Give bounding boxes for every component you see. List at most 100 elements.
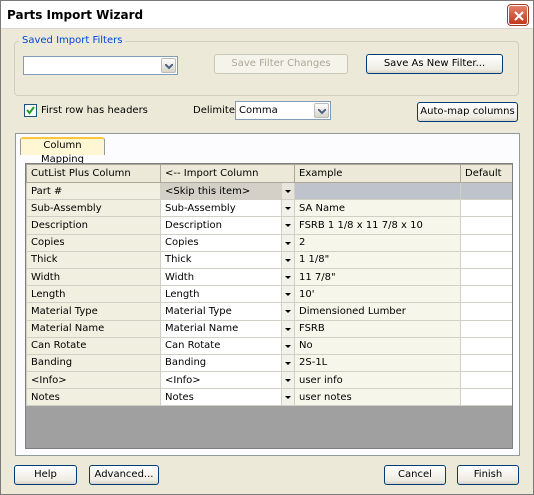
default bbox=[460, 353, 512, 373]
dropdown-arrow-icon[interactable] bbox=[281, 183, 294, 199]
chevron-down-icon[interactable] bbox=[161, 58, 176, 73]
cutlist-column: Banding bbox=[26, 353, 161, 373]
example: 2 bbox=[294, 233, 461, 252]
example: FSRB 1 1/8 x 11 7/8 x 10 bbox=[294, 216, 461, 235]
default bbox=[460, 302, 512, 321]
column-header[interactable]: Example bbox=[294, 164, 461, 183]
cutlist-column: Sub-Assembly bbox=[26, 199, 161, 218]
table-row[interactable]: Sub-Assembly Sub-Assembly SA Name bbox=[26, 199, 512, 218]
cutlist-column: Length bbox=[26, 285, 161, 304]
table-row[interactable]: Copies Copies 2 bbox=[26, 233, 512, 252]
dropdown-arrow-icon[interactable] bbox=[281, 200, 294, 216]
first-row-headers-checkbox[interactable] bbox=[24, 104, 37, 117]
example: user notes bbox=[294, 388, 461, 407]
import-column-cell: <Skip this item> bbox=[165, 185, 251, 197]
close-button[interactable] bbox=[507, 4, 529, 26]
cancel-button[interactable]: Cancel bbox=[384, 465, 446, 485]
example-cell: FSRB bbox=[299, 323, 325, 335]
cutlist-column-cell: Material Name bbox=[31, 323, 105, 335]
dropdown-arrow-icon[interactable] bbox=[281, 372, 294, 388]
grid-header-row: CutList Plus Column <-- Import Column Ex… bbox=[26, 164, 512, 183]
table-row[interactable]: Description Description FSRB 1 1/8 x 11 7/… bbox=[26, 216, 512, 235]
import-column-select[interactable]: <Info> bbox=[160, 371, 295, 390]
import-column-select[interactable]: Can Rotate bbox=[160, 336, 295, 355]
parts-import-wizard-window: Parts Import Wizard Saved Import Filters… bbox=[0, 0, 534, 495]
example: 1 1/8" bbox=[294, 250, 461, 269]
default bbox=[460, 199, 512, 218]
finish-button[interactable]: Finish bbox=[457, 465, 519, 485]
import-column-select[interactable]: Copies bbox=[160, 233, 295, 252]
example-cell: 2 bbox=[299, 237, 306, 249]
import-column-select[interactable]: Length bbox=[160, 285, 295, 304]
dropdown-arrow-icon[interactable] bbox=[281, 303, 294, 319]
help-button[interactable]: Help bbox=[14, 465, 77, 485]
table-row[interactable]: <Info> <Info> user info bbox=[26, 371, 512, 390]
delimiter-select[interactable]: Comma bbox=[235, 101, 331, 120]
default bbox=[460, 388, 512, 407]
dropdown-arrow-icon[interactable] bbox=[281, 269, 294, 285]
dropdown-arrow-icon[interactable] bbox=[281, 286, 294, 302]
table-row[interactable]: Material Type Material Type Dimensioned Lu… bbox=[26, 302, 512, 321]
table-row[interactable]: Length Length 10' bbox=[26, 285, 512, 304]
cutlist-column-cell: Notes bbox=[31, 391, 60, 403]
cutlist-column: Material Name bbox=[26, 319, 161, 338]
example-cell: user info bbox=[299, 374, 343, 386]
cutlist-column: Can Rotate bbox=[26, 336, 161, 355]
column-header[interactable]: CutList Plus Column bbox=[26, 164, 161, 183]
cutlist-column-cell: Copies bbox=[31, 237, 65, 249]
dropdown-arrow-icon[interactable] bbox=[281, 252, 294, 268]
default bbox=[460, 250, 512, 269]
table-row[interactable]: Width Width 11 7/8" bbox=[26, 267, 512, 287]
table-row[interactable]: Notes Notes user notes bbox=[26, 388, 512, 407]
dropdown-arrow-icon[interactable] bbox=[281, 338, 294, 354]
example-cell: 11 7/8" bbox=[299, 271, 336, 283]
table-row[interactable]: Thick Thick 1 1/8" bbox=[26, 250, 512, 269]
default bbox=[460, 233, 512, 252]
example-cell: 10' bbox=[299, 288, 315, 300]
dropdown-arrow-icon[interactable] bbox=[281, 321, 294, 337]
import-column-cell: <Info> bbox=[165, 374, 201, 386]
import-column-select[interactable]: Thick bbox=[160, 250, 295, 269]
chevron-down-icon[interactable] bbox=[314, 103, 329, 118]
table-row[interactable]: Can Rotate Can Rotate No bbox=[26, 336, 512, 355]
import-column-select[interactable]: Material Type bbox=[160, 302, 295, 321]
cutlist-column: <Info> bbox=[26, 371, 161, 390]
window-title: Parts Import Wizard bbox=[7, 8, 144, 22]
cutlist-column-cell: Part # bbox=[31, 185, 63, 197]
delimiter-value: Comma bbox=[239, 105, 278, 116]
column-header[interactable]: <-- Import Column bbox=[160, 164, 295, 183]
dropdown-arrow-icon[interactable] bbox=[281, 355, 294, 371]
table-row[interactable]: Banding Banding 2S-1L bbox=[26, 353, 512, 373]
default bbox=[460, 216, 512, 235]
example: FSRB bbox=[294, 319, 461, 338]
saved-filter-select[interactable] bbox=[23, 56, 178, 75]
cutlist-column: Description bbox=[26, 216, 161, 235]
dropdown-arrow-icon[interactable] bbox=[281, 235, 294, 251]
import-column-select[interactable]: Material Name bbox=[160, 319, 295, 338]
tab-column-mapping[interactable]: Column Mapping bbox=[20, 137, 105, 165]
import-column-cell: Width bbox=[165, 271, 195, 283]
column-header[interactable]: Default bbox=[460, 164, 512, 183]
save-as-new-filter-button[interactable]: Save As New Filter... bbox=[366, 54, 503, 74]
default bbox=[460, 285, 512, 304]
import-column-select[interactable]: Width bbox=[160, 267, 295, 287]
import-column-select[interactable]: <Skip this item> bbox=[160, 181, 295, 201]
table-row[interactable]: Material Name Material Name FSRB bbox=[26, 319, 512, 338]
import-column-select[interactable]: Notes bbox=[160, 388, 295, 407]
cutlist-column-cell: Thick bbox=[31, 254, 58, 266]
save-filter-changes-button[interactable]: Save Filter Changes bbox=[214, 54, 348, 74]
import-column-select[interactable]: Banding bbox=[160, 353, 295, 373]
cutlist-column-cell: <Info> bbox=[31, 374, 67, 386]
dropdown-arrow-icon[interactable] bbox=[281, 217, 294, 234]
example: SA Name bbox=[294, 199, 461, 218]
default bbox=[460, 319, 512, 338]
auto-map-columns-button[interactable]: Auto-map columns bbox=[417, 102, 518, 122]
table-row[interactable]: Part # <Skip this item> bbox=[26, 181, 512, 201]
example-cell: user notes bbox=[299, 391, 352, 403]
advanced-button[interactable]: Advanced... bbox=[89, 465, 159, 485]
import-column-select[interactable]: Sub-Assembly bbox=[160, 199, 295, 218]
example: No bbox=[294, 336, 461, 355]
column-mapping-grid: CutList Plus Column <-- Import Column Ex… bbox=[25, 163, 513, 449]
dropdown-arrow-icon[interactable] bbox=[281, 389, 294, 405]
import-column-select[interactable]: Description bbox=[160, 216, 295, 235]
